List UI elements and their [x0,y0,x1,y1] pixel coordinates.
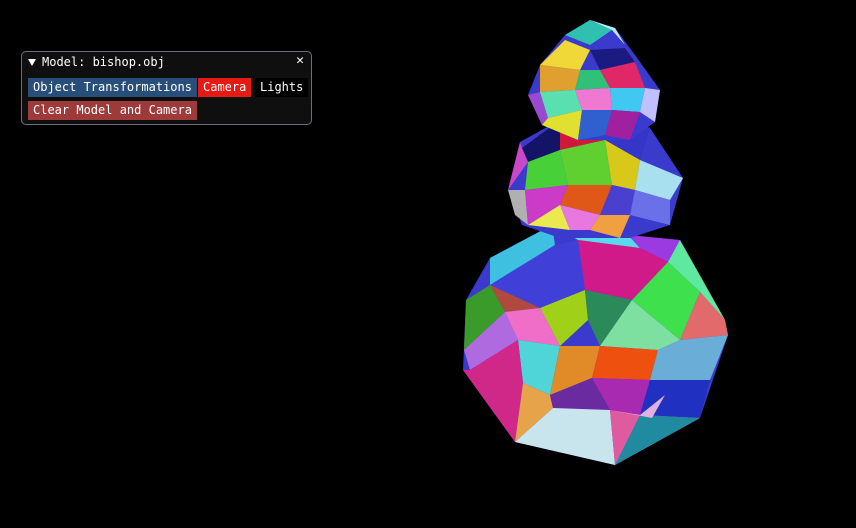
close-icon[interactable]: ✕ [293,53,307,69]
window-title-bar[interactable]: Model: bishop.obj [28,54,165,70]
bishop-base-mesh [463,225,728,465]
window-title: Model: bishop.obj [42,55,165,69]
clear-model-and-camera-button[interactable]: Clear Model and Camera [28,101,197,120]
bishop-top-mesh [528,20,660,140]
lights-button[interactable]: Lights [255,78,309,97]
camera-button[interactable]: Camera [198,78,252,97]
triangle-down-icon[interactable] [28,58,36,66]
model-window: Model: bishop.obj ✕ Object Transformatio… [21,51,312,125]
object-transformations-button[interactable]: Object Transformations [28,78,197,97]
